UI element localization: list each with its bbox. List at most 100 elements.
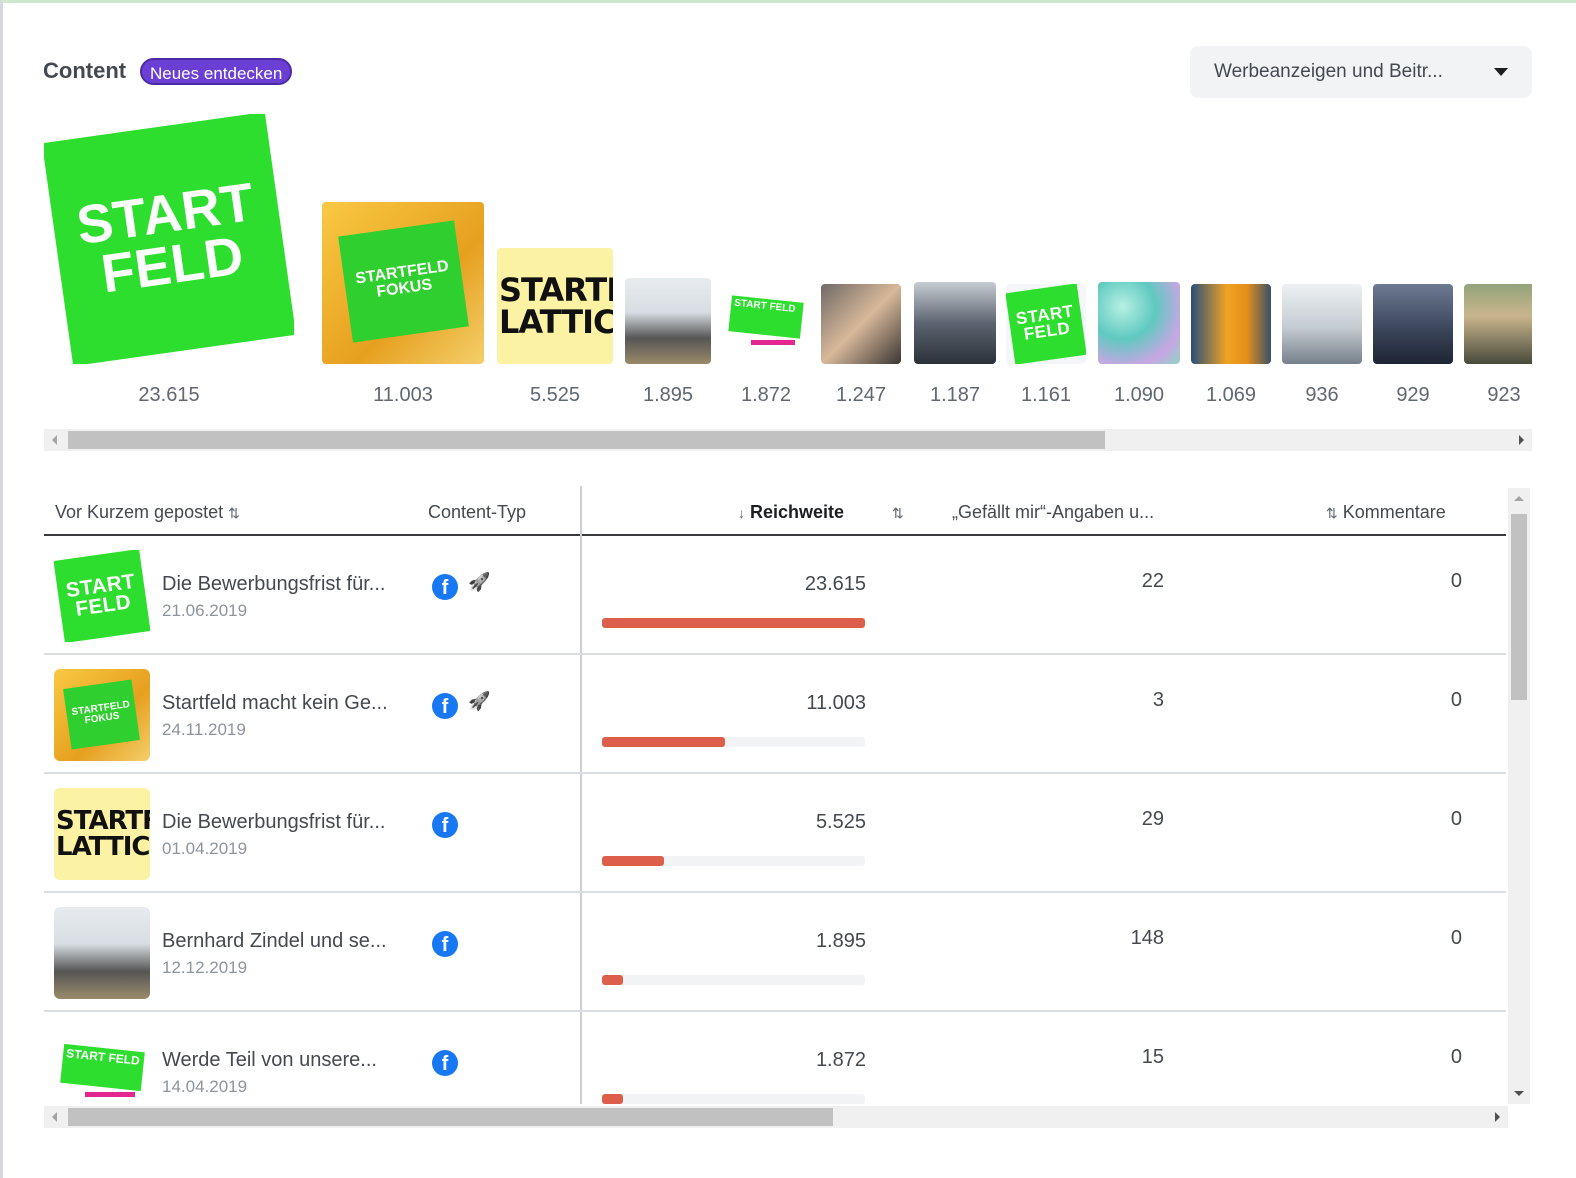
table-row[interactable]: STARTFELDLATTICH Die Bewerbungsfrist für.…	[44, 774, 1506, 893]
thumbnail-reach-value: 1.247	[835, 384, 887, 406]
fokus-poster-image: STARTFELD FOKUS	[322, 202, 484, 364]
sort-arrows-icon: ⇅	[1326, 505, 1338, 521]
content-thumbnail[interactable]: START FELD	[44, 114, 294, 364]
sort-arrows-icon: ⇅	[892, 505, 904, 521]
table-horizontal-scrollbar[interactable]	[44, 1106, 1508, 1128]
content-thumbnail[interactable]: STARTFELD FOKUS	[322, 202, 484, 364]
thumbnail-reach-value: 936	[1305, 384, 1339, 406]
startfeld-banner-image: START FELD	[723, 278, 809, 364]
column-content-type: Content-Typ	[428, 502, 527, 522]
meet-photo	[1282, 284, 1362, 364]
likes-value: 148	[1130, 927, 1164, 949]
table-horizontal-scrollbar-thumb[interactable]	[68, 1108, 833, 1126]
post-title[interactable]: Startfeld macht kein Ge...	[162, 692, 388, 715]
scroll-left-icon[interactable]	[52, 435, 57, 445]
reach-bar-fill	[602, 1094, 623, 1104]
content-thumbnail[interactable]	[625, 278, 711, 364]
post-date: 21.06.2019	[162, 601, 248, 620]
sort-reach-button[interactable]: ⇅	[892, 502, 904, 523]
facebook-icon: f	[432, 812, 458, 838]
comments-value: 0	[1450, 570, 1462, 592]
crowd-photo	[914, 282, 996, 364]
post-title[interactable]: Die Bewerbungsfrist für...	[162, 573, 385, 596]
content-thumbnail[interactable]	[821, 284, 901, 364]
content-thumbnail[interactable]	[1098, 282, 1180, 364]
startfeld-logo: START FELD	[1006, 284, 1086, 364]
thumbnail-reach-value: 1.090	[1113, 384, 1165, 406]
scroll-left-icon[interactable]	[52, 1112, 57, 1122]
arrow-down-icon: ↓	[738, 505, 745, 521]
aqua-photo	[1098, 282, 1180, 364]
scroll-right-icon[interactable]	[1495, 1112, 1500, 1122]
comments-value: 0	[1450, 927, 1462, 949]
post-thumbnail[interactable]	[54, 907, 150, 999]
scroll-right-icon[interactable]	[1519, 435, 1524, 445]
post-thumbnail[interactable]: START FELD	[54, 550, 150, 642]
hand-photo	[821, 284, 901, 364]
table-row[interactable]: START FELD Werde Teil von unsere... 14.04.…	[44, 1012, 1506, 1104]
table-vertical-scrollbar[interactable]	[1508, 488, 1530, 1104]
post-thumbnail[interactable]: STARTFELD FOKUS	[54, 669, 150, 761]
section-title: Content	[43, 58, 127, 83]
content-thumbnail[interactable]	[1191, 284, 1271, 364]
fokus-poster-image: STARTFELD FOKUS	[54, 669, 150, 761]
column-likes[interactable]: „Gefällt mir“-Angaben u...	[952, 502, 1154, 523]
table-vertical-scrollbar-thumb[interactable]	[1511, 514, 1527, 700]
column-reach[interactable]: ↓ Reichweite	[738, 502, 844, 523]
post-date: 14.04.2019	[162, 1077, 248, 1096]
post-date: 01.04.2019	[162, 839, 248, 858]
new-badge[interactable]: Neues entdecken	[140, 58, 293, 85]
strip-scrollbar-thumb[interactable]	[68, 431, 1105, 449]
dropdown-value: Werbeanzeigen und Beitr...	[1214, 61, 1443, 82]
table-row[interactable]: START FELD Die Bewerbungsfrist für... 21.06…	[44, 536, 1506, 655]
reach-bar	[602, 737, 865, 747]
strip-scrollbar[interactable]	[44, 429, 1532, 451]
scroll-up-icon[interactable]	[1514, 496, 1524, 501]
post-title[interactable]: Die Bewerbungsfrist für...	[162, 811, 385, 834]
column-posted-label: Vor Kurzem gepostet	[55, 502, 224, 522]
likes-value: 22	[1141, 570, 1164, 592]
content-thumbnail[interactable]	[1464, 284, 1532, 364]
reach-bar	[602, 618, 865, 628]
post-title[interactable]: Werde Teil von unsere...	[162, 1049, 377, 1072]
comments-value: 0	[1450, 1046, 1462, 1068]
likes-value: 15	[1141, 1046, 1164, 1068]
thumbnail-reach-value: 1.069	[1205, 384, 1257, 406]
thumbnail-reach-value: 1.161	[1020, 384, 1072, 406]
content-thumbnail[interactable]: START FELD	[1006, 284, 1086, 364]
facebook-icon: f	[432, 931, 458, 957]
reach-value: 1.895	[815, 930, 866, 952]
content-thumbnail[interactable]	[1373, 284, 1453, 364]
reach-bar-fill	[602, 856, 664, 866]
facebook-icon: f	[432, 574, 458, 600]
post-thumbnail[interactable]: STARTFELDLATTICH	[54, 788, 150, 880]
reach-bar	[602, 856, 865, 866]
caret-down-icon	[1494, 68, 1508, 76]
thumbnail-reach-value: 23.615	[138, 384, 200, 406]
reach-bar	[602, 975, 865, 985]
table-header: Vor Kurzem gepostet ⇅ Content-Typ ↓ Reic…	[44, 486, 1506, 536]
post-date: 12.12.2019	[162, 958, 248, 977]
table-row[interactable]: Bernhard Zindel und se... 12.12.2019 f 1.89…	[44, 893, 1506, 1012]
hall-photo	[1373, 284, 1453, 364]
thumbnail-reach-value: 929	[1396, 384, 1430, 406]
post-title[interactable]: Bernhard Zindel und se...	[162, 930, 387, 953]
man-photo	[1464, 284, 1532, 364]
content-thumbnail[interactable]: START FELD	[723, 278, 809, 364]
content-thumbnail[interactable]	[914, 282, 996, 364]
rocket-icon: 🚀	[468, 572, 491, 592]
startfeld-logo: START FELD	[44, 114, 294, 364]
content-thumbnail[interactable]: STARTFELDLATTICH	[497, 248, 613, 364]
comments-value: 0	[1450, 808, 1462, 830]
column-posted[interactable]: Vor Kurzem gepostet ⇅	[55, 502, 240, 523]
column-comments[interactable]: ⇅ Kommentare	[1326, 502, 1446, 523]
post-thumbnail[interactable]: START FELD	[54, 1026, 150, 1104]
scroll-down-icon[interactable]	[1514, 1091, 1524, 1096]
facebook-icon: f	[432, 693, 458, 719]
content-thumbnail[interactable]	[1282, 284, 1362, 364]
content-filter-dropdown[interactable]: Werbeanzeigen und Beitr...	[1190, 46, 1532, 98]
table-row[interactable]: STARTFELD FOKUS Startfeld macht kein Ge..…	[44, 655, 1506, 774]
sort-arrows-icon[interactable]: ⇅	[228, 505, 240, 521]
reach-bar	[602, 1094, 865, 1104]
reach-value: 1.872	[815, 1049, 866, 1071]
